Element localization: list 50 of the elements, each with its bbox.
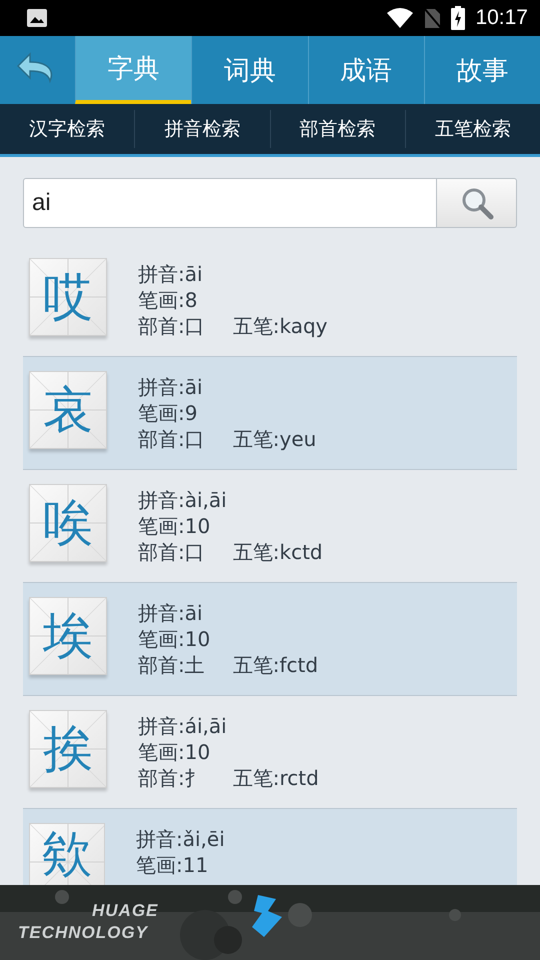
character-glyph: 欸 — [42, 829, 92, 879]
search-icon — [460, 186, 494, 220]
stroke-count-text: 笔画:8 — [138, 287, 198, 313]
clock-time: 10:17 — [475, 6, 528, 30]
search-mode-tab[interactable]: 部首检索 — [270, 110, 406, 148]
stroke-count-text: 笔画:10 — [138, 513, 212, 539]
radical-text: 部首:口 — [138, 313, 205, 339]
character-glyph: 唉 — [43, 498, 93, 548]
wubi-code-text: 五笔:fctd — [232, 652, 318, 678]
pinyin-text: 拼音:ǎi,ēi — [136, 826, 225, 852]
search-mode-tab[interactable]: 拼音检索 — [135, 110, 270, 148]
no-sim-icon — [423, 7, 442, 29]
search-button[interactable] — [437, 178, 517, 228]
radical-text: 部首:口 — [138, 426, 205, 452]
search-mode-tab[interactable]: 五笔检索 — [406, 110, 540, 148]
radical-text: 部首:口 — [138, 539, 205, 565]
result-row-background[interactable]: 欸 拼音:ǎi,ēi 笔画:11 — [23, 809, 517, 885]
banner-text: TECHNOLOGY — [18, 923, 148, 943]
ad-banner[interactable]: HUAGE TECHNOLOGY — [0, 885, 540, 960]
stroke-count-text: 笔画:10 — [138, 626, 212, 652]
character-glyph: 哎 — [43, 272, 93, 322]
result-row[interactable]: 挨 拼音:ái,āi 笔画:10 部首:扌 五笔:rctd — [23, 696, 517, 809]
character-glyph: 埃 — [43, 611, 93, 661]
image-icon — [26, 8, 48, 28]
pinyin-text: 拼音:āi — [138, 374, 204, 400]
battery-icon — [451, 6, 466, 30]
search-mode-tab[interactable]: 汉字检索 — [0, 110, 136, 148]
wubi-code-text: 五笔:kctd — [232, 539, 323, 565]
result-row[interactable]: 唉 拼音:ài,āi 笔画:10 部首:口 五笔:kctd — [23, 470, 517, 583]
pinyin-text: 拼音:ái,āi — [138, 713, 228, 739]
wubi-code-text: 五笔:kaqy — [232, 313, 328, 339]
stroke-count-text: 笔画:9 — [138, 400, 198, 426]
logo-icon — [252, 895, 282, 937]
pinyin-text: 拼音:āi — [138, 600, 204, 626]
search-field[interactable]: ai — [23, 178, 437, 228]
result-row-background[interactable]: 哀 拼音:āi 笔画:9 部首:口 五笔:yeu — [23, 357, 517, 470]
wubi-code-text: 五笔:rctd — [232, 765, 319, 791]
banner-text: HUAGE — [92, 901, 158, 921]
pinyin-text: 拼音:āi — [138, 261, 204, 287]
pinyin-text: 拼音:ài,āi — [138, 487, 228, 513]
wubi-code-text: 五笔:yeu — [232, 426, 316, 452]
wifi-icon — [387, 8, 414, 28]
character-glyph: 挨 — [43, 724, 93, 774]
stroke-count-text: 笔画:10 — [138, 739, 212, 765]
radical-text: 部首:扌 — [138, 765, 205, 791]
result-row-background[interactable]: 埃 拼音:āi 笔画:10 部首:土 五笔:fctd — [23, 583, 517, 696]
character-glyph: 哀 — [43, 385, 93, 435]
result-row[interactable]: 哎 拼音:āi 笔画:8 部首:口 五笔:kaqy — [23, 244, 517, 357]
radical-text: 部首:土 — [138, 652, 205, 678]
stroke-count-text: 笔画:11 — [136, 852, 210, 878]
